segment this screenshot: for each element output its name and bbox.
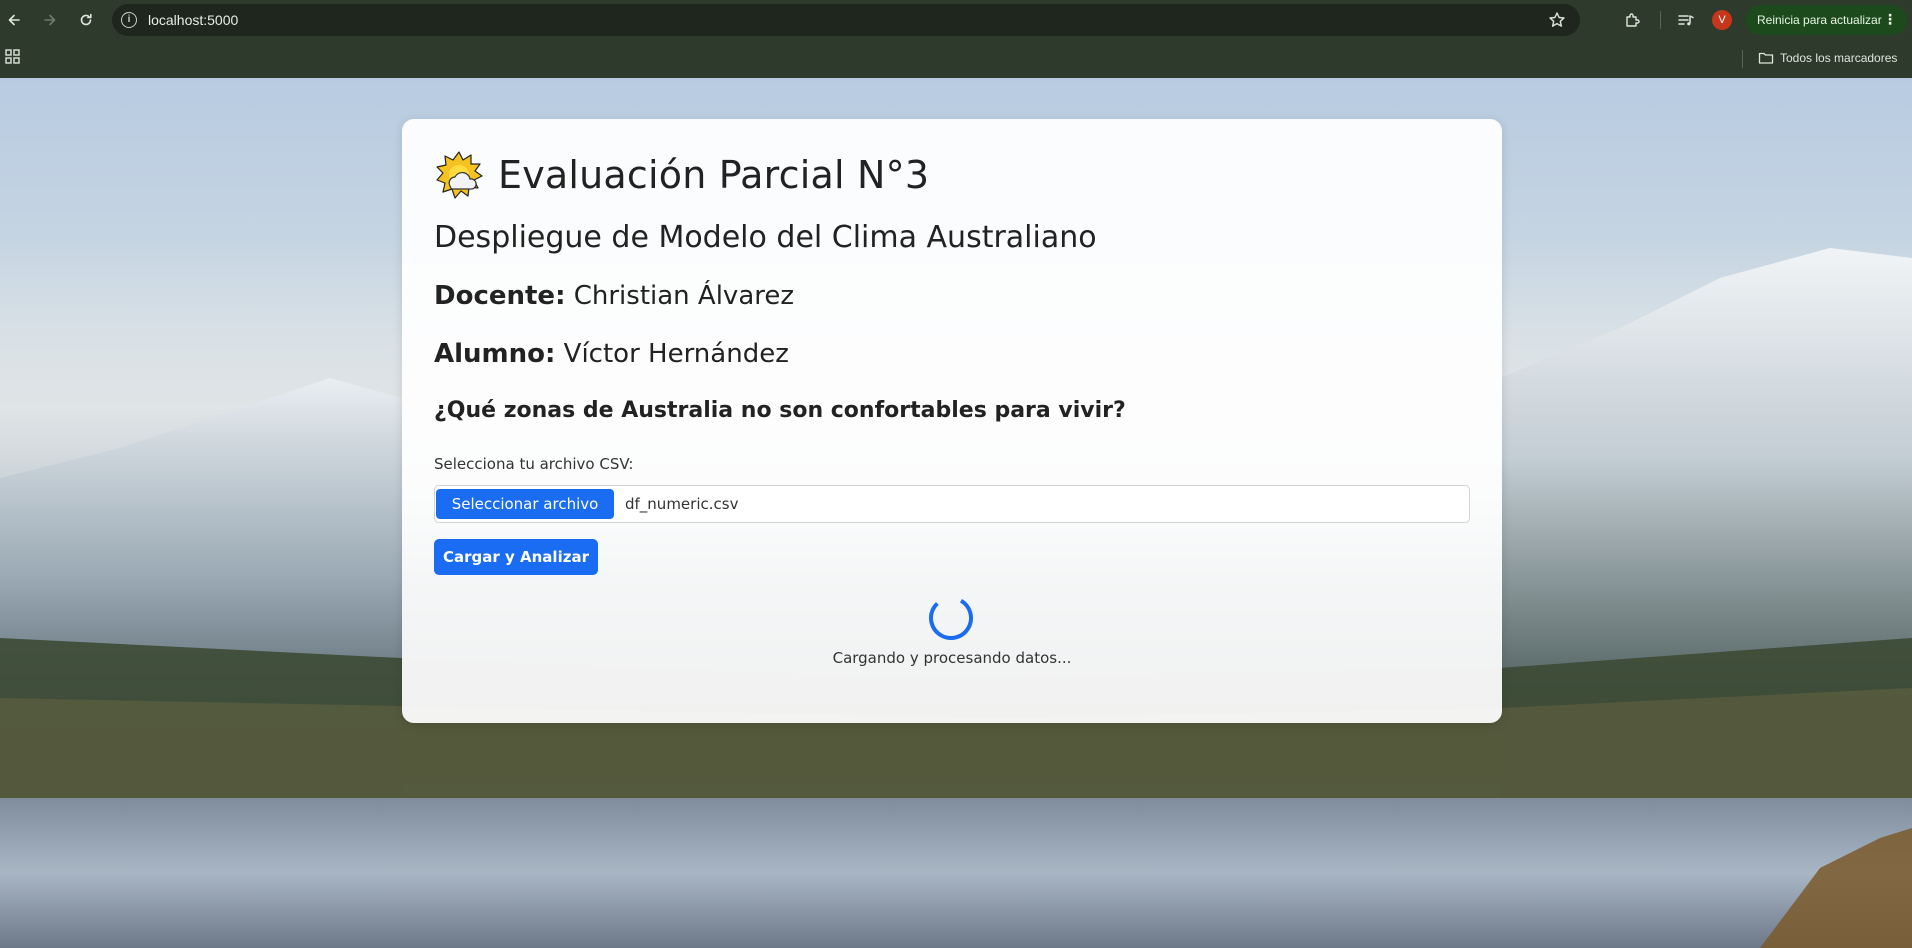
student-label: Alumno: — [434, 339, 556, 369]
update-button[interactable]: Reinicia para actualizar ⋮ — [1745, 5, 1907, 35]
address-bar[interactable]: i localhost:5000 — [112, 4, 1580, 36]
back-button[interactable] — [2, 8, 26, 32]
question-heading: ¿Qué zonas de Australia no son confortab… — [434, 398, 1126, 423]
csv-file-input[interactable]: Seleccionar archivo df_numeric.csv — [434, 485, 1470, 523]
main-card: Evaluación Parcial N°3 Despliegue de Mod… — [402, 119, 1502, 723]
all-bookmarks-label: Todos los marcadores — [1780, 51, 1898, 65]
choose-file-button[interactable]: Seleccionar archivo — [436, 489, 614, 519]
page-title-text: Evaluación Parcial N°3 — [498, 153, 930, 197]
loading-status-text: Cargando y procesando datos... — [832, 649, 1072, 667]
more-menu-icon[interactable]: ⋮ — [1883, 12, 1897, 26]
toolbar-separator — [1660, 11, 1661, 29]
url-text[interactable]: localhost:5000 — [148, 12, 238, 28]
student-name: Víctor Hernández — [563, 339, 789, 369]
star-icon[interactable] — [1548, 11, 1566, 29]
site-info-icon[interactable]: i — [121, 12, 137, 28]
back-arrow-icon — [8, 14, 20, 26]
teacher-line: Docente: Christian Álvarez — [434, 281, 794, 311]
student-line: Alumno: Víctor Hernández — [434, 339, 789, 369]
all-bookmarks-button[interactable]: Todos los marcadores — [1758, 48, 1897, 68]
apps-grid-icon[interactable] — [5, 49, 21, 65]
load-analyze-button[interactable]: Cargar y Analizar — [434, 539, 598, 575]
browser-toolbar: i localhost:5000 V Reinicia para actuali… — [0, 0, 1912, 40]
loading-spinner-icon — [929, 596, 973, 640]
reload-button[interactable] — [74, 8, 98, 32]
profile-avatar[interactable]: V — [1712, 10, 1732, 30]
forward-button[interactable] — [38, 8, 62, 32]
sun-cloud-icon — [436, 151, 483, 199]
update-button-label: Reinicia para actualizar — [1757, 13, 1882, 27]
selected-file-name: df_numeric.csv — [625, 495, 739, 513]
extensions-button[interactable] — [1622, 9, 1644, 31]
page-subtitle: Despliegue de Modelo del Clima Australia… — [434, 220, 1097, 255]
page-viewport: Evaluación Parcial N°3 Despliegue de Mod… — [0, 78, 1912, 948]
bookmarks-bar: Todos los marcadores — [0, 40, 1912, 78]
extensions-icon — [1626, 13, 1640, 27]
reload-icon — [80, 13, 92, 26]
teacher-name: Christian Álvarez — [573, 281, 795, 311]
media-queue-icon — [1678, 15, 1694, 26]
file-input-label: Selecciona tu archivo CSV: — [434, 455, 634, 473]
forward-arrow-icon — [44, 14, 56, 26]
bookmarks-separator — [1742, 50, 1743, 68]
folder-icon — [1758, 52, 1774, 64]
media-button[interactable] — [1675, 9, 1697, 31]
teacher-label: Docente: — [434, 281, 566, 311]
page-title: Evaluación Parcial N°3 — [434, 149, 929, 201]
